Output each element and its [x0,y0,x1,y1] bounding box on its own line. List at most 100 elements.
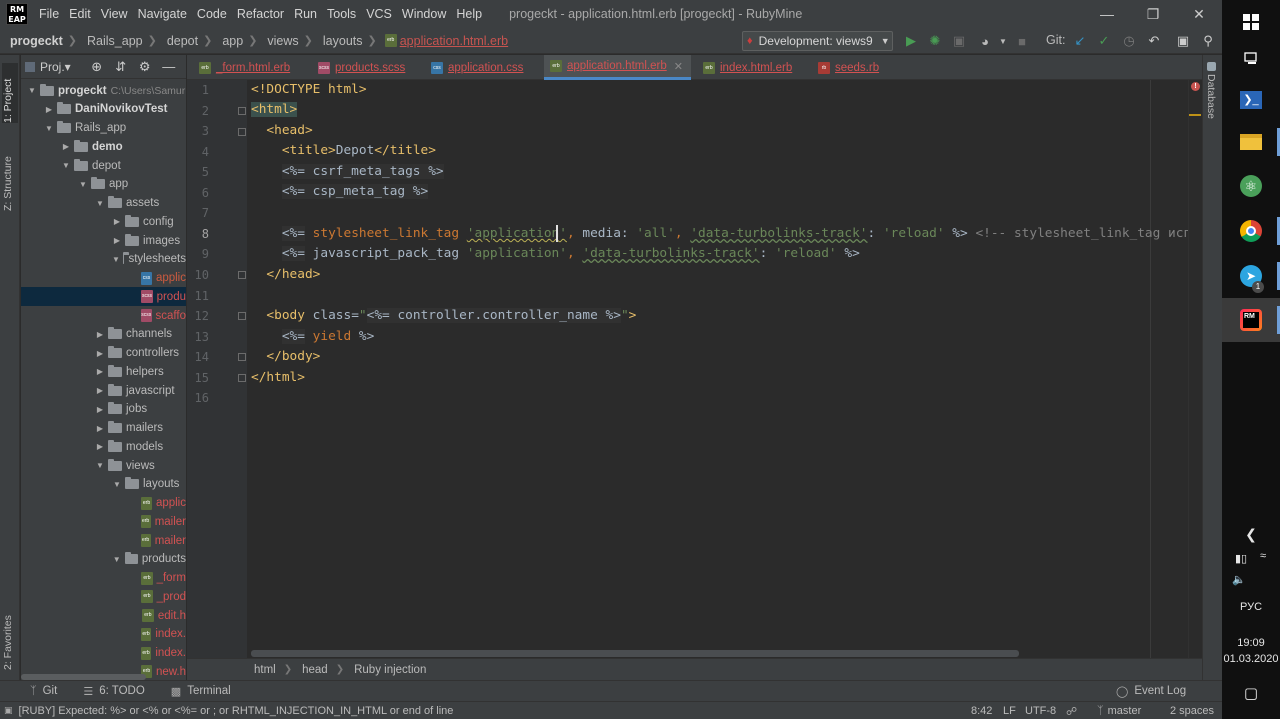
wifi-icon[interactable]: ≈ [1234,550,1280,562]
git-rollback-icon[interactable]: ↶ [1145,32,1163,50]
collapse-arrow-icon[interactable]: ▶ [44,105,54,114]
git-branch-status[interactable]: ᛉ master [1097,705,1141,717]
tab-seeds-rb[interactable]: rb seeds.rb [812,55,879,80]
tree-file-row[interactable]: erb mailer [21,512,186,531]
caret-position[interactable]: 8:42 [971,705,992,717]
tree-folder-row[interactable]: ▼ depot [21,156,186,175]
task-view-icon[interactable] [1222,36,1280,80]
menu-help[interactable]: Help [451,0,487,28]
chrome-icon[interactable] [1222,209,1280,253]
debug-icon[interactable]: ✺ [926,32,944,50]
language-indicator[interactable]: РУС [1222,601,1280,613]
tree-folder-row[interactable]: ▼ views [21,456,186,475]
menu-run[interactable]: Run [289,0,322,28]
tree-file-row[interactable]: erb _form [21,569,186,588]
rubymine-logo-icon[interactable]: RM EAP [6,3,28,25]
minimize-button[interactable]: — [1084,0,1130,28]
project-view-selector[interactable]: Proj.▾ [40,60,71,74]
collapse-arrow-icon[interactable]: ▶ [95,442,105,451]
structure-tool-tab[interactable]: Z: Structure [2,145,18,211]
menu-navigate[interactable]: Navigate [133,0,192,28]
tree-file-row[interactable]: scss produ [21,287,186,307]
clock-date[interactable]: 01.03.2020 [1222,653,1280,665]
menu-vcs[interactable]: VCS [361,0,397,28]
event-log-tool-button[interactable]: ◯ Event Log [1116,685,1186,698]
tree-folder-row[interactable]: ▼ progeckt C:\Users\Samur [21,81,186,100]
breadcrumb-views[interactable]: views [257,34,301,48]
breadcrumb-file[interactable]: application.html.erb [400,34,511,48]
tree-file-row[interactable]: css applic [21,269,186,288]
tree-folder-row[interactable]: ▶ jobs [21,400,186,419]
atom-icon[interactable]: ⚛ [1222,164,1280,208]
collapse-arrow-icon[interactable]: ▶ [112,217,122,226]
menu-view[interactable]: View [96,0,133,28]
indent-setting[interactable]: 2 spaces [1170,705,1214,717]
menu-tools[interactable]: Tools [322,0,361,28]
breadcrumb-rails-app[interactable]: Rails_app [77,34,146,48]
error-stripe-mark[interactable] [1189,114,1201,116]
tree-file-row[interactable]: erb _prod [21,587,186,606]
expand-arrow-icon[interactable]: ▼ [112,480,122,489]
collapse-arrow-icon[interactable]: ▶ [95,424,105,433]
tree-file-row[interactable]: erb index. [21,644,186,663]
todo-tool-button[interactable]: ☰ 6: TODO [83,685,144,698]
database-tool-tab[interactable]: Database [1205,62,1217,119]
tree-folder-row[interactable]: ▼ layouts [21,475,186,494]
menu-window[interactable]: Window [397,0,451,28]
tree-file-row[interactable]: erb index. [21,625,186,644]
collapse-arrow-icon[interactable]: ▶ [112,236,122,245]
breadcrumb-layouts[interactable]: layouts [313,34,366,48]
collapse-arrow-icon[interactable]: ▶ [95,405,105,414]
locate-icon[interactable]: ⊕ [85,59,109,75]
fold-marker-icon[interactable] [238,271,246,279]
tree-file-row[interactable]: scss scaffo [21,306,186,325]
expand-arrow-icon[interactable]: ▼ [78,180,88,189]
breadcrumb-ruby-injection[interactable]: Ruby injection [354,664,426,676]
profile-dropdown-icon[interactable]: ▼ [994,32,1012,50]
expand-arrow-icon[interactable]: ▼ [27,86,37,95]
expand-arrow-icon[interactable]: ▼ [112,255,120,264]
menu-edit[interactable]: Edit [64,0,96,28]
tree-folder-row[interactable]: ▶ DaniNovikovTest [21,100,186,119]
menu-refactor[interactable]: Refactor [232,0,289,28]
git-history-icon[interactable]: ◷ [1120,32,1138,50]
breadcrumb-app[interactable]: app [212,34,246,48]
tree-file-row[interactable]: erb edit.h [21,606,186,625]
close-icon[interactable]: ✕ [674,60,683,73]
tree-folder-row[interactable]: ▶ config [21,212,186,231]
line-separator[interactable]: LF [1003,705,1016,717]
project-tool-tab[interactable]: 1: Project [2,63,18,123]
collapse-all-icon[interactable]: ⇵ [109,59,133,75]
gear-icon[interactable]: ⚙ [133,59,157,75]
git-commit-icon[interactable]: ✓ [1095,32,1113,50]
menu-file[interactable]: File [34,0,64,28]
stop-icon[interactable]: ■ [1013,32,1031,50]
show-hidden-icons-icon[interactable]: ❮ [1222,526,1280,543]
powershell-icon[interactable]: ❯_ [1222,78,1280,122]
clock-time[interactable]: 19:09 [1222,637,1280,649]
tab-application-html-erb[interactable]: erb application.html.erb ✕ [544,55,691,80]
file-encoding[interactable]: UTF-8 [1025,705,1056,717]
run-configuration-select[interactable]: ♦ Development: views9 ▼ [742,31,893,51]
error-indicator-icon[interactable]: ! [1191,82,1200,91]
tree-folder-row[interactable]: ▼ stylesheets [21,250,186,269]
collapse-arrow-icon[interactable]: ▶ [95,330,105,339]
expand-arrow-icon[interactable]: ▼ [95,461,105,470]
tree-file-row[interactable]: erb mailer [21,531,186,550]
tree-folder-row[interactable]: ▶ helpers [21,362,186,381]
tree-folder-row[interactable]: ▶ mailers [21,419,186,438]
breadcrumb-project[interactable]: progeckt [0,34,66,48]
tab-index-html-erb[interactable]: erb index.html.erb [697,55,792,80]
tree-folder-row[interactable]: ▼ app [21,175,186,194]
git-update-icon[interactable]: ↙ [1071,32,1089,50]
fold-marker-icon[interactable] [238,312,246,320]
tab-application-css[interactable]: css application.css [425,55,523,80]
fold-marker-icon[interactable] [238,374,246,382]
tree-folder-row[interactable]: ▶ javascript [21,381,186,400]
tree-folder-row[interactable]: ▼ assets [21,194,186,213]
fold-marker-icon[interactable] [238,128,246,136]
hide-icon[interactable]: — [157,59,181,74]
collapse-arrow-icon[interactable]: ▶ [95,349,105,358]
tab-form-html-erb[interactable]: erb _form.html.erb [193,55,290,80]
expand-arrow-icon[interactable]: ▼ [61,161,71,170]
